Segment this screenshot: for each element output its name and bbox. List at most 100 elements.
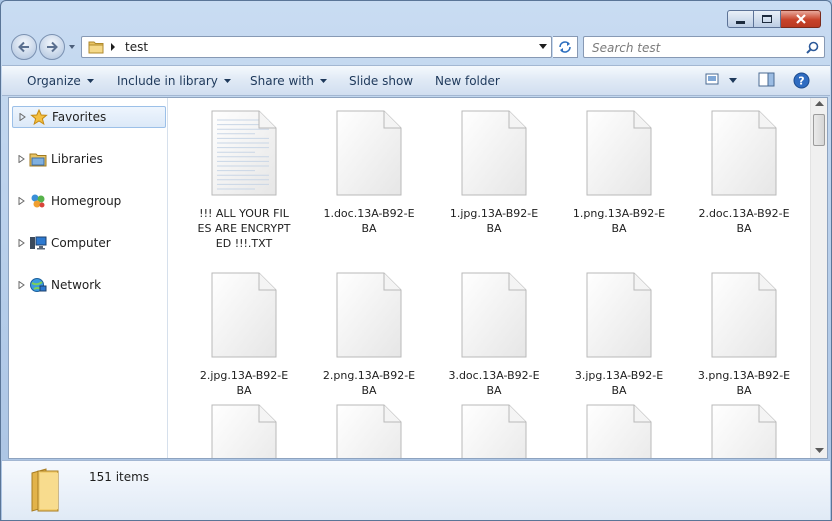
blank-file-icon [586,110,652,196]
include-in-library-button[interactable]: Include in library [117,74,231,88]
nav-item-computer[interactable]: Computer [12,232,166,254]
change-view-button[interactable] [705,72,721,89]
file-item[interactable]: 1.doc.13A-B92-EBA [314,110,424,236]
minimize-button[interactable] [727,10,754,28]
file-item[interactable] [564,404,674,458]
file-name: 1.jpg.13A-B92-EBA [449,207,539,235]
blank-file-icon [711,272,777,358]
new-folder-button[interactable]: New folder [435,74,500,88]
file-item[interactable] [689,404,799,458]
file-name: 1.png.13A-B92-EBA [572,207,666,235]
scroll-down-arrow-icon[interactable] [815,448,824,454]
chevron-down-icon [319,79,327,83]
search-input[interactable] [592,40,792,55]
star-icon [30,109,48,125]
blank-file-icon [336,110,402,196]
chevron-down-icon [86,79,94,83]
file-item[interactable]: 2.png.13A-B92-EBA [314,272,424,398]
item-count: 151 items [89,470,150,484]
details-pane: 151 items [2,460,830,520]
blank-file-icon [461,272,527,358]
help-button[interactable]: ? [793,72,810,92]
file-item[interactable] [439,404,549,458]
expander-chevron-right-icon[interactable] [18,281,25,289]
refresh-icon [559,41,571,53]
nav-item-network[interactable]: Network [12,274,166,296]
file-name: 2.doc.13A-B92-EBA [698,207,790,235]
nav-item-label: Computer [51,236,111,250]
preview-pane-icon [758,72,775,87]
forward-button[interactable] [39,34,65,60]
homegroup-icon [31,194,45,208]
file-item[interactable]: 2.doc.13A-B92-EBA [689,110,799,236]
nav-item-homegroup[interactable]: Homegroup [12,190,166,212]
file-item[interactable]: 2.jpg.13A-B92-EBA [189,272,299,398]
expander-chevron-right-icon[interactable] [18,197,25,205]
address-dropdown-chevron-down-icon[interactable] [539,44,547,50]
help-icon: ? [793,72,810,89]
command-bar: Organize Include in library Share with S… [2,65,830,96]
file-item[interactable]: 3.jpg.13A-B92-EBA [564,272,674,398]
breadcrumb-current-folder[interactable]: test [125,40,148,54]
blank-file-icon [211,404,277,458]
close-icon [795,14,806,24]
nav-item-label: Network [51,278,102,292]
minimize-icon [736,20,745,24]
search-box[interactable] [583,36,825,58]
new-folder-label: New folder [435,74,500,88]
network-icon [30,278,47,292]
organize-label: Organize [27,74,81,88]
file-name: 3.png.13A-B92-EBA [697,369,791,397]
chevron-down-icon [223,79,231,83]
navigation-pane: Favorites Libraries Homegroup Computer N… [9,98,168,458]
file-item[interactable] [314,404,424,458]
blank-file-icon [461,404,527,458]
nav-item-label: Homegroup [51,194,122,208]
nav-item-favorites[interactable]: Favorites [12,106,166,128]
file-name: 2.png.13A-B92-EBA [322,369,416,397]
expander-chevron-right-icon[interactable] [18,155,25,163]
close-button[interactable] [781,10,821,28]
nav-item-label: Libraries [51,152,103,166]
expander-chevron-right-icon[interactable] [19,113,26,121]
expander-chevron-right-icon[interactable] [18,239,25,247]
libraries-icon [29,153,47,167]
file-name: 3.jpg.13A-B92-EBA [574,369,664,397]
file-item[interactable]: 1.jpg.13A-B92-EBA [439,110,549,236]
search-icon[interactable] [806,41,819,54]
organize-button[interactable]: Organize [27,74,94,88]
file-item[interactable]: 3.doc.13A-B92-EBA [439,272,549,398]
address-bar[interactable]: test [81,36,552,58]
share-with-button[interactable]: Share with [250,74,327,88]
slide-show-button[interactable]: Slide show [349,74,413,88]
nav-item-libraries[interactable]: Libraries [12,148,166,170]
file-item[interactable]: 3.png.13A-B92-EBA [689,272,799,398]
scrollbar-thumb[interactable] [813,114,825,146]
maximize-button[interactable] [754,10,781,28]
folder-icon [88,41,104,54]
scroll-up-arrow-icon[interactable] [815,100,824,106]
breadcrumb-chevron-right-icon[interactable] [110,43,116,51]
navigation-row: test [9,34,825,60]
share-with-label: Share with [250,74,314,88]
nav-item-label: Favorites [52,110,107,124]
refresh-button[interactable] [553,36,578,58]
file-item[interactable]: 1.png.13A-B92-EBA [564,110,674,236]
view-options-icon [705,73,719,85]
blank-file-icon [711,404,777,458]
caption-buttons [727,10,821,28]
preview-pane-button[interactable] [758,72,775,90]
recent-pages-chevron-down-icon[interactable] [68,43,76,51]
computer-icon [30,236,47,250]
back-button[interactable] [11,34,37,60]
vertical-scrollbar[interactable] [810,98,827,458]
file-name: 1.doc.13A-B92-EBA [323,207,415,235]
text-file-icon [211,110,277,196]
folder-icon [31,468,59,512]
view-dropdown-chevron-down-icon[interactable] [729,78,737,83]
blank-file-icon [336,404,402,458]
file-item[interactable] [189,404,299,458]
blank-file-icon [461,110,527,196]
slide-show-label: Slide show [349,74,414,88]
file-item[interactable]: !!! ALL YOUR FILES ARE ENCRYPTED !!!.TXT [189,110,299,251]
